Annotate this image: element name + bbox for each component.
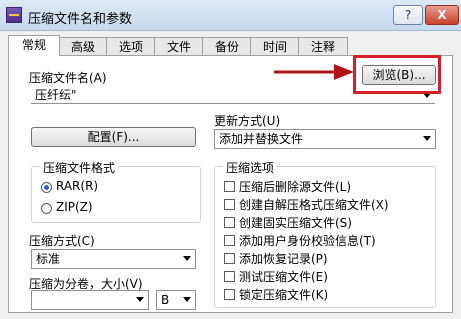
arrow-head xyxy=(334,64,354,80)
sfx-checkbox[interactable] xyxy=(224,199,235,210)
delete-after-label[interactable]: 压缩后删除源文件(L) xyxy=(239,178,351,195)
lock-archive-checkbox[interactable] xyxy=(224,289,235,300)
split-unit-select[interactable]: B xyxy=(156,290,196,310)
options-group-label: 压缩选项 xyxy=(223,159,278,176)
method-value: 标准 xyxy=(36,252,61,266)
pointer-arrow xyxy=(274,64,354,80)
rar-radio[interactable] xyxy=(41,182,52,193)
title-bar[interactable]: 压缩文件名和参数 ? X xyxy=(0,0,461,31)
update-mode-select[interactable]: 添加并替换文件 xyxy=(214,129,436,149)
authenticity-label[interactable]: 添加用户身份校验信息(T) xyxy=(239,232,376,249)
tab-advanced[interactable]: 高级 xyxy=(58,37,108,56)
winrar-icon xyxy=(6,7,22,23)
rar-label[interactable]: RAR(R) xyxy=(56,179,98,193)
chevron-down-icon xyxy=(136,297,144,302)
method-label: 压缩方式(C) xyxy=(29,234,95,248)
tab-general[interactable]: 常规 xyxy=(8,35,60,56)
split-size-combobox[interactable] xyxy=(31,290,149,310)
method-select[interactable]: 标准 xyxy=(31,249,196,269)
solid-checkbox[interactable] xyxy=(224,217,235,228)
chevron-down-icon xyxy=(423,136,431,141)
lock-archive-label[interactable]: 锁定压缩文件(K) xyxy=(239,286,328,303)
browse-highlight-box xyxy=(353,55,441,94)
close-button[interactable]: X xyxy=(425,5,459,25)
format-group-label: 压缩文件格式 xyxy=(40,159,119,176)
delete-after-checkbox[interactable] xyxy=(224,181,235,192)
authenticity-checkbox[interactable] xyxy=(224,235,235,246)
tab-time[interactable]: 时间 xyxy=(250,37,300,56)
tab-backup[interactable]: 备份 xyxy=(202,37,252,56)
format-group: 压缩文件格式 RAR(R) ZIP(Z) xyxy=(31,159,201,223)
solid-label[interactable]: 创建固实压缩文件(S) xyxy=(239,214,352,231)
help-button[interactable]: ? xyxy=(393,5,423,25)
archive-name-value: 压纤纭" xyxy=(35,88,77,102)
dialog-window: 压缩文件名和参数 ? X 常规 高级 选项 文件 备份 时间 注释 压缩文件名(… xyxy=(0,0,461,319)
tab-comment[interactable]: 注释 xyxy=(298,37,348,56)
test-archive-checkbox[interactable] xyxy=(224,271,235,282)
test-archive-label[interactable]: 测试压缩文件(E) xyxy=(239,268,328,285)
zip-label[interactable]: ZIP(Z) xyxy=(56,200,93,214)
update-mode-label: 更新方式(U) xyxy=(214,114,281,128)
profiles-button[interactable]: 配置(F)... xyxy=(31,127,196,147)
window-title: 压缩文件名和参数 xyxy=(28,12,133,27)
sfx-label[interactable]: 创建自解压格式压缩文件(X) xyxy=(239,196,389,213)
recovery-record-checkbox[interactable] xyxy=(224,253,235,264)
split-unit-value: B xyxy=(161,293,170,307)
recovery-record-label[interactable]: 添加恢复记录(P) xyxy=(239,250,328,267)
tab-options[interactable]: 选项 xyxy=(106,37,156,56)
chevron-down-icon xyxy=(183,297,191,302)
tab-files[interactable]: 文件 xyxy=(154,37,204,56)
zip-radio[interactable] xyxy=(41,203,52,214)
archive-name-label: 压缩文件名(A) xyxy=(29,71,107,85)
chevron-down-icon xyxy=(183,256,191,261)
update-mode-value: 添加并替换文件 xyxy=(219,132,304,146)
options-group: 压缩选项 压缩后删除源文件(L) 创建自解压格式压缩文件(X) 创建固实压缩文件… xyxy=(214,159,436,308)
